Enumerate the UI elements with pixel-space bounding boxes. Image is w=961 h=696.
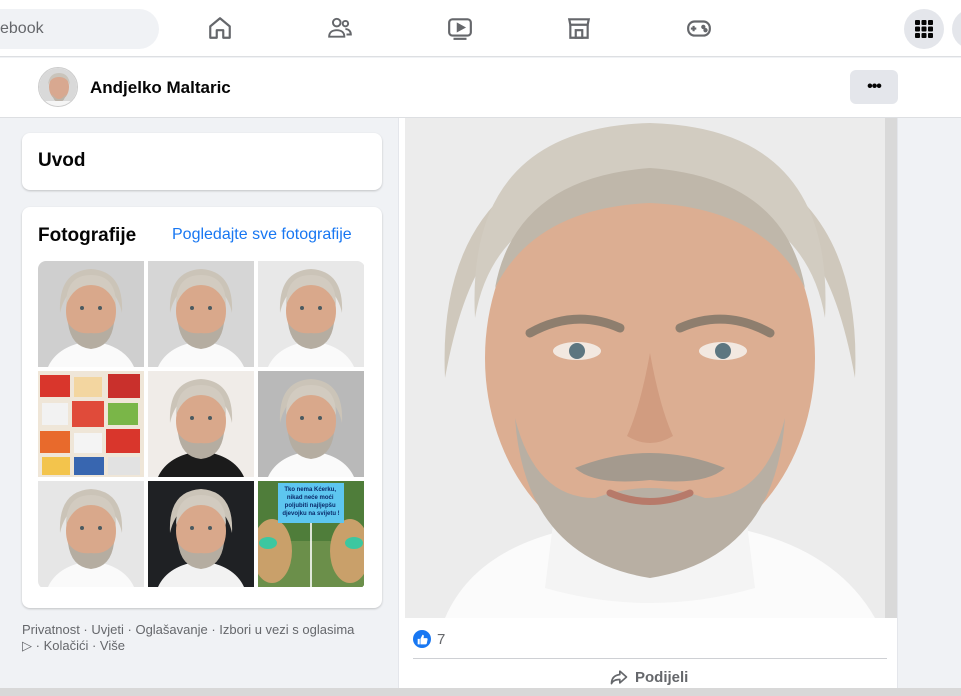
- post-card: 7 Podijeli: [398, 118, 898, 696]
- share-label: Podijeli: [635, 668, 689, 686]
- photo-thumbnail[interactable]: Tko nema Kćerku, nikad neće moći poljubi…: [258, 481, 364, 587]
- photo-thumbnail[interactable]: [258, 261, 364, 367]
- photo-thumbnail[interactable]: [38, 481, 144, 587]
- share-icon: [610, 670, 628, 685]
- search-box[interactable]: [0, 9, 159, 49]
- profile-name[interactable]: Andjelko Maltaric: [90, 78, 231, 98]
- photos-title[interactable]: Fotografije: [38, 225, 136, 247]
- footer-link-privacy[interactable]: Privatnost: [22, 622, 80, 637]
- post-reactions[interactable]: 7: [413, 630, 445, 648]
- marketplace-icon[interactable]: [564, 13, 594, 43]
- ad-choices-icon[interactable]: ▷: [22, 638, 32, 653]
- menu-button[interactable]: [904, 9, 944, 49]
- top-navigation-bar: [0, 0, 961, 57]
- see-all-photos-link[interactable]: Pogledajte sve fotografije: [172, 226, 352, 244]
- menu-grid-icon: [915, 20, 933, 38]
- footer-link-advertising[interactable]: Oglašavanje: [135, 622, 207, 637]
- photo-grid: Tko nema Kćerku, nikad neće moći poljubi…: [38, 261, 365, 589]
- more-options-button[interactable]: •••: [850, 70, 898, 104]
- post-photo[interactable]: [405, 118, 897, 618]
- system-dock-edge: [0, 688, 961, 696]
- footer-link-cookies[interactable]: Kolačići: [44, 638, 89, 653]
- like-count[interactable]: 7: [437, 631, 445, 648]
- photos-card: Fotografije Pogledajte sve fotografije T…: [22, 207, 382, 608]
- page-footer-links: Privatnost · Uvjeti · Oglašavanje · Izbo…: [22, 622, 355, 653]
- gaming-icon[interactable]: [684, 13, 714, 43]
- avatar[interactable]: [38, 67, 78, 107]
- footer-link-terms[interactable]: Uvjeti: [91, 622, 124, 637]
- footer-link-ad-choices[interactable]: Izbori u vezi s oglasima: [219, 622, 354, 637]
- photo-thumbnail[interactable]: [148, 481, 254, 587]
- intro-title: Uvod: [38, 150, 86, 171]
- footer-link-more[interactable]: Više: [100, 638, 125, 653]
- like-icon: [413, 630, 431, 648]
- photo-thumbnail[interactable]: [38, 371, 144, 477]
- watch-icon[interactable]: [445, 13, 475, 43]
- photo-thumbnail[interactable]: [258, 371, 364, 477]
- profile-header-bar: Andjelko Maltaric •••: [0, 58, 961, 118]
- photo-thumbnail[interactable]: [148, 261, 254, 367]
- account-button[interactable]: [952, 9, 961, 49]
- search-input[interactable]: [0, 20, 150, 38]
- photo-thumbnail[interactable]: [38, 261, 144, 367]
- photo-thumbnail[interactable]: [148, 371, 254, 477]
- home-icon[interactable]: [205, 13, 235, 43]
- post-divider: [413, 658, 887, 659]
- intro-card: Uvod: [22, 133, 382, 190]
- share-button[interactable]: Podijeli: [609, 667, 688, 687]
- friends-icon[interactable]: [325, 13, 355, 43]
